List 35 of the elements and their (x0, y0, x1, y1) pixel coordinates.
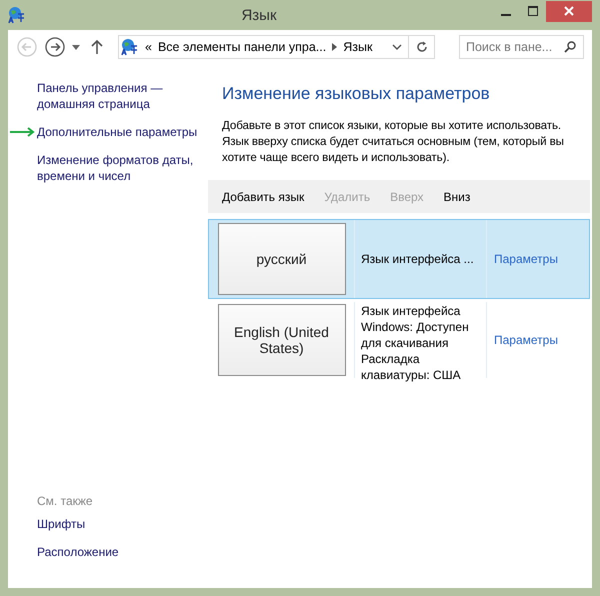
language-icon (121, 38, 139, 56)
breadcrumb[interactable]: « (145, 40, 152, 54)
refresh-icon (416, 41, 428, 53)
see-also-link[interactable]: Расположение (37, 544, 208, 560)
language-row[interactable]: русский Язык интерфейса ... Параметры (208, 219, 590, 299)
sidebar-link[interactable]: Панель управления — домашняя страница (37, 80, 208, 112)
see-also-label: См. также (37, 494, 94, 508)
breadcrumb[interactable]: Язык (343, 40, 372, 54)
address-bar[interactable]: « Все элементы панели упра... Язык (118, 35, 435, 59)
breadcrumb[interactable]: Все элементы панели упра... (158, 40, 326, 54)
options-link[interactable]: Параметры (494, 252, 558, 266)
action-button[interactable]: Добавить язык (222, 190, 304, 204)
dropdown-icon[interactable] (72, 44, 80, 50)
language-tile[interactable]: русский (218, 223, 346, 295)
up-arrow-icon (91, 39, 103, 55)
description-text: Добавьте в этот список языки, которые вы хотите использовать. Язык вверху списка будет считаться основным (тем, который вы хотите чаще всего видеть и использовать). (222, 118, 565, 166)
close-icon (564, 6, 574, 16)
sidebar-link[interactable]: Изменение форматов даты, времени и чисел (37, 152, 208, 184)
page-heading: Изменение языковых параметров (222, 84, 491, 104)
forward-button[interactable] (44, 36, 66, 58)
minimize-icon (500, 14, 510, 16)
window-title: Язык (240, 6, 278, 24)
action-button[interactable]: Вниз (444, 190, 470, 204)
language-info: Язык интерфейса ... (355, 220, 487, 298)
chevron-icon (332, 43, 338, 51)
close-button[interactable] (546, 0, 592, 22)
see-also-link[interactable]: Шрифты (37, 516, 208, 532)
language-icon (8, 6, 26, 24)
sidebar-link[interactable]: Дополнительные параметры (37, 124, 208, 140)
chevron-down-icon[interactable] (392, 44, 402, 50)
search-field[interactable]: Поиск в пане... (459, 35, 584, 59)
language-tile[interactable]: English (United States) (218, 304, 346, 376)
search-icon (564, 41, 576, 53)
maximize-icon (528, 6, 538, 16)
options-link[interactable]: Параметры (494, 333, 558, 347)
